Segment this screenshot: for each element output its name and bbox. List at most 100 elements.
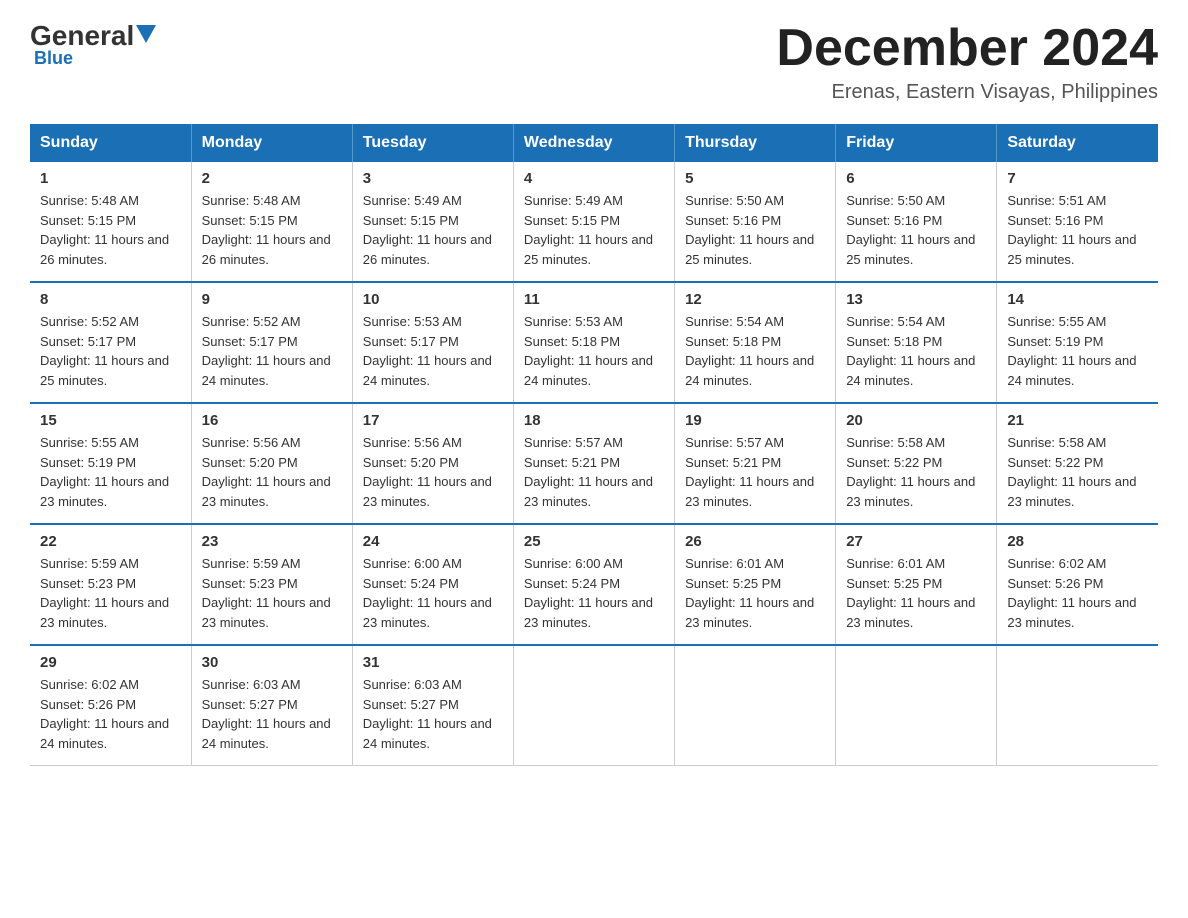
day-number: 26	[685, 533, 825, 550]
daylight-label: Daylight: 11 hours and 26 minutes.	[363, 232, 492, 267]
sunrise-label: Sunrise: 6:00 AM	[524, 556, 623, 571]
sunrise-label: Sunrise: 5:53 AM	[363, 314, 462, 329]
day-info: Sunrise: 5:58 AM Sunset: 5:22 PM Dayligh…	[1007, 433, 1148, 511]
day-info: Sunrise: 6:03 AM Sunset: 5:27 PM Dayligh…	[363, 675, 503, 753]
calendar-week-row: 1 Sunrise: 5:48 AM Sunset: 5:15 PM Dayli…	[30, 162, 1158, 282]
page-header: General Blue December 2024 Erenas, Easte…	[30, 20, 1158, 104]
day-info: Sunrise: 5:52 AM Sunset: 5:17 PM Dayligh…	[202, 312, 342, 390]
day-info: Sunrise: 5:58 AM Sunset: 5:22 PM Dayligh…	[846, 433, 986, 511]
sunrise-label: Sunrise: 5:55 AM	[1007, 314, 1106, 329]
day-number: 29	[40, 654, 181, 671]
sunrise-label: Sunrise: 6:00 AM	[363, 556, 462, 571]
daylight-label: Daylight: 11 hours and 23 minutes.	[202, 474, 331, 509]
daylight-label: Daylight: 11 hours and 25 minutes.	[846, 232, 975, 267]
sunrise-label: Sunrise: 5:50 AM	[685, 193, 784, 208]
day-info: Sunrise: 5:51 AM Sunset: 5:16 PM Dayligh…	[1007, 191, 1148, 269]
day-info: Sunrise: 5:59 AM Sunset: 5:23 PM Dayligh…	[40, 554, 181, 632]
sunset-label: Sunset: 5:23 PM	[40, 576, 136, 591]
calendar-cell: 23 Sunrise: 5:59 AM Sunset: 5:23 PM Dayl…	[191, 524, 352, 645]
day-info: Sunrise: 5:55 AM Sunset: 5:19 PM Dayligh…	[1007, 312, 1148, 390]
sunrise-label: Sunrise: 5:48 AM	[40, 193, 139, 208]
sunset-label: Sunset: 5:26 PM	[1007, 576, 1103, 591]
sunrise-label: Sunrise: 5:52 AM	[40, 314, 139, 329]
day-number: 5	[685, 170, 825, 187]
day-number: 8	[40, 291, 181, 308]
day-number: 12	[685, 291, 825, 308]
sunrise-label: Sunrise: 5:56 AM	[363, 435, 462, 450]
weekday-header-row: SundayMondayTuesdayWednesdayThursdayFrid…	[30, 124, 1158, 162]
day-number: 28	[1007, 533, 1148, 550]
day-number: 20	[846, 412, 986, 429]
day-number: 31	[363, 654, 503, 671]
day-info: Sunrise: 5:57 AM Sunset: 5:21 PM Dayligh…	[524, 433, 664, 511]
day-info: Sunrise: 5:53 AM Sunset: 5:18 PM Dayligh…	[524, 312, 664, 390]
day-number: 10	[363, 291, 503, 308]
calendar-cell: 17 Sunrise: 5:56 AM Sunset: 5:20 PM Dayl…	[352, 403, 513, 524]
daylight-label: Daylight: 11 hours and 23 minutes.	[40, 474, 169, 509]
sunrise-label: Sunrise: 6:03 AM	[202, 677, 301, 692]
sunrise-label: Sunrise: 5:54 AM	[685, 314, 784, 329]
day-info: Sunrise: 6:00 AM Sunset: 5:24 PM Dayligh…	[363, 554, 503, 632]
logo-blue-text: Blue	[34, 48, 73, 69]
day-number: 17	[363, 412, 503, 429]
sunrise-label: Sunrise: 5:57 AM	[524, 435, 623, 450]
calendar-cell: 11 Sunrise: 5:53 AM Sunset: 5:18 PM Dayl…	[513, 282, 674, 403]
daylight-label: Daylight: 11 hours and 23 minutes.	[524, 474, 653, 509]
calendar-cell	[836, 645, 997, 766]
calendar-week-row: 22 Sunrise: 5:59 AM Sunset: 5:23 PM Dayl…	[30, 524, 1158, 645]
calendar-cell: 18 Sunrise: 5:57 AM Sunset: 5:21 PM Dayl…	[513, 403, 674, 524]
weekday-header-monday: Monday	[191, 124, 352, 162]
daylight-label: Daylight: 11 hours and 24 minutes.	[1007, 353, 1136, 388]
calendar-cell: 5 Sunrise: 5:50 AM Sunset: 5:16 PM Dayli…	[675, 162, 836, 282]
sunrise-label: Sunrise: 5:56 AM	[202, 435, 301, 450]
sunrise-label: Sunrise: 5:59 AM	[40, 556, 139, 571]
calendar-table: SundayMondayTuesdayWednesdayThursdayFrid…	[30, 124, 1158, 766]
day-info: Sunrise: 5:54 AM Sunset: 5:18 PM Dayligh…	[685, 312, 825, 390]
logo: General Blue	[30, 20, 156, 69]
daylight-label: Daylight: 11 hours and 23 minutes.	[363, 595, 492, 630]
daylight-label: Daylight: 11 hours and 24 minutes.	[846, 353, 975, 388]
daylight-label: Daylight: 11 hours and 25 minutes.	[524, 232, 653, 267]
daylight-label: Daylight: 11 hours and 23 minutes.	[846, 595, 975, 630]
day-info: Sunrise: 5:56 AM Sunset: 5:20 PM Dayligh…	[202, 433, 342, 511]
day-info: Sunrise: 6:00 AM Sunset: 5:24 PM Dayligh…	[524, 554, 664, 632]
day-number: 7	[1007, 170, 1148, 187]
weekday-header-tuesday: Tuesday	[352, 124, 513, 162]
day-info: Sunrise: 5:55 AM Sunset: 5:19 PM Dayligh…	[40, 433, 181, 511]
calendar-cell: 4 Sunrise: 5:49 AM Sunset: 5:15 PM Dayli…	[513, 162, 674, 282]
sunset-label: Sunset: 5:24 PM	[524, 576, 620, 591]
sunrise-label: Sunrise: 5:57 AM	[685, 435, 784, 450]
day-number: 9	[202, 291, 342, 308]
day-info: Sunrise: 6:01 AM Sunset: 5:25 PM Dayligh…	[685, 554, 825, 632]
sunrise-label: Sunrise: 6:01 AM	[846, 556, 945, 571]
day-number: 30	[202, 654, 342, 671]
day-number: 1	[40, 170, 181, 187]
calendar-cell: 25 Sunrise: 6:00 AM Sunset: 5:24 PM Dayl…	[513, 524, 674, 645]
sunset-label: Sunset: 5:19 PM	[1007, 334, 1103, 349]
sunset-label: Sunset: 5:25 PM	[685, 576, 781, 591]
sunrise-label: Sunrise: 5:54 AM	[846, 314, 945, 329]
sunset-label: Sunset: 5:21 PM	[685, 455, 781, 470]
calendar-cell: 29 Sunrise: 6:02 AM Sunset: 5:26 PM Dayl…	[30, 645, 191, 766]
daylight-label: Daylight: 11 hours and 24 minutes.	[202, 716, 331, 751]
sunset-label: Sunset: 5:20 PM	[363, 455, 459, 470]
calendar-week-row: 29 Sunrise: 6:02 AM Sunset: 5:26 PM Dayl…	[30, 645, 1158, 766]
sunrise-label: Sunrise: 5:48 AM	[202, 193, 301, 208]
sunrise-label: Sunrise: 5:58 AM	[1007, 435, 1106, 450]
daylight-label: Daylight: 11 hours and 23 minutes.	[202, 595, 331, 630]
day-number: 2	[202, 170, 342, 187]
sunset-label: Sunset: 5:22 PM	[846, 455, 942, 470]
sunset-label: Sunset: 5:16 PM	[846, 213, 942, 228]
day-number: 11	[524, 291, 664, 308]
day-number: 3	[363, 170, 503, 187]
day-number: 23	[202, 533, 342, 550]
sunrise-label: Sunrise: 5:49 AM	[363, 193, 462, 208]
day-info: Sunrise: 6:01 AM Sunset: 5:25 PM Dayligh…	[846, 554, 986, 632]
sunrise-label: Sunrise: 5:51 AM	[1007, 193, 1106, 208]
sunset-label: Sunset: 5:17 PM	[363, 334, 459, 349]
weekday-header-wednesday: Wednesday	[513, 124, 674, 162]
sunset-label: Sunset: 5:17 PM	[40, 334, 136, 349]
day-info: Sunrise: 5:56 AM Sunset: 5:20 PM Dayligh…	[363, 433, 503, 511]
calendar-cell: 2 Sunrise: 5:48 AM Sunset: 5:15 PM Dayli…	[191, 162, 352, 282]
calendar-week-row: 15 Sunrise: 5:55 AM Sunset: 5:19 PM Dayl…	[30, 403, 1158, 524]
